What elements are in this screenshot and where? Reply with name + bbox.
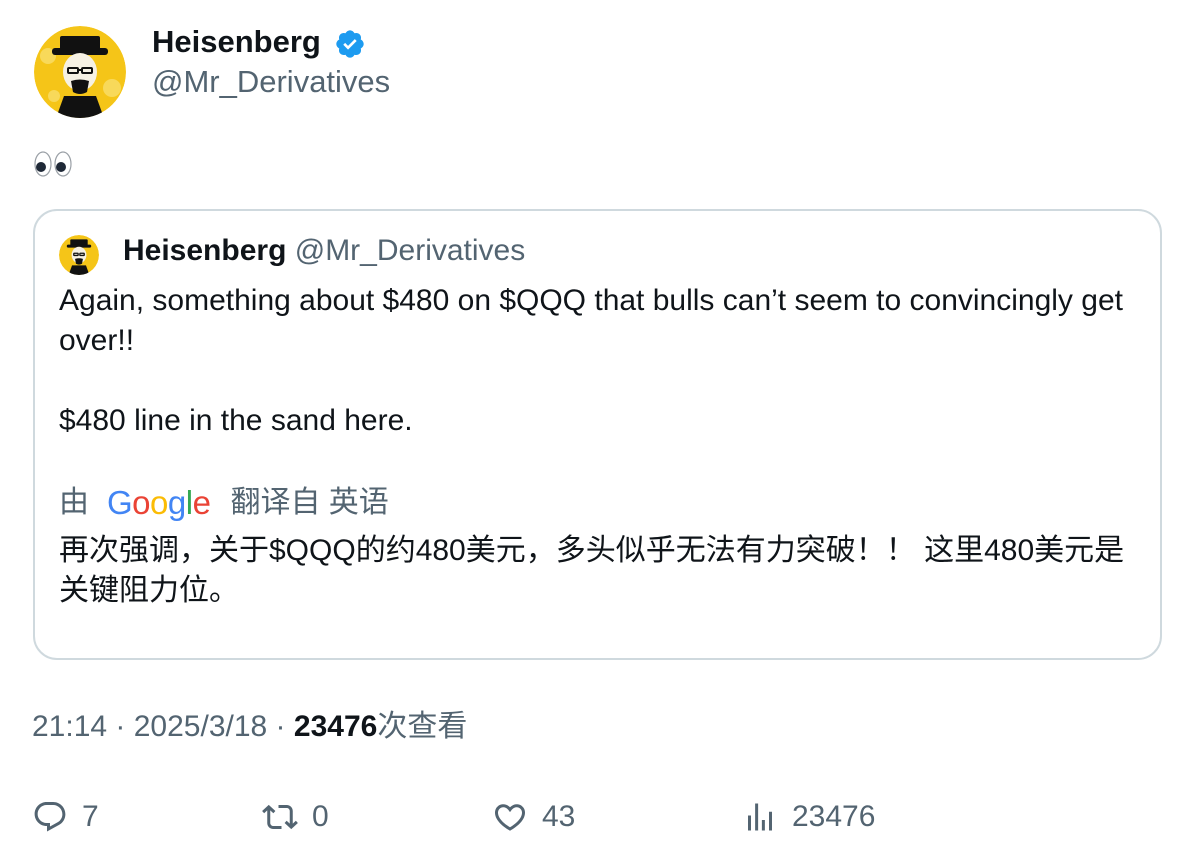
retweet-button[interactable]: 0 xyxy=(262,795,329,839)
quoted-tweet-text: Again, something about $480 on $QQQ that… xyxy=(59,281,1139,441)
tweet-meta: 21:14 · 2025/3/18 · 23476次查看 xyxy=(32,707,467,747)
views-button[interactable]: 23476 xyxy=(742,795,875,839)
quoted-author-avatar xyxy=(59,235,99,275)
author-avatar[interactable] xyxy=(34,26,126,118)
translation-suffix[interactable]: 翻译自 英语 xyxy=(230,483,388,523)
heisenberg-avatar-icon xyxy=(34,26,126,118)
reply-count: 7 xyxy=(82,800,99,833)
like-button[interactable]: 43 xyxy=(492,795,575,839)
tweet-time[interactable]: 21:14 xyxy=(32,710,107,743)
quoted-paragraph-2: $480 line in the sand here. xyxy=(59,404,413,437)
quoted-tweet-card[interactable]: Heisenberg @Mr_Derivatives Again, someth… xyxy=(33,209,1162,660)
view-count: 23476 xyxy=(293,710,378,743)
analytics-icon xyxy=(748,803,772,831)
meta-separator: · xyxy=(107,710,134,743)
translation-attribution: 由 Google 翻译自 英语 xyxy=(59,483,389,523)
tweet-actions: 7 0 43 23476 xyxy=(0,795,1196,839)
retweet-count: 0 xyxy=(312,800,329,833)
heart-icon xyxy=(494,804,526,831)
retweet-icon xyxy=(262,804,298,830)
views-count: 23476 xyxy=(792,800,876,833)
like-count: 43 xyxy=(542,800,576,833)
tweet-text: 👀 xyxy=(34,142,72,182)
quoted-author-line: Heisenberg @Mr_Derivatives xyxy=(123,231,525,271)
view-count-suffix: 次查看 xyxy=(377,710,468,743)
translation-prefix: 由 xyxy=(59,486,89,519)
author-name[interactable]: Heisenberg xyxy=(152,22,321,62)
meta-separator: · xyxy=(267,710,294,743)
reply-icon xyxy=(34,802,66,832)
quoted-author-handle: @Mr_Derivatives xyxy=(294,234,526,267)
google-logo-icon: Google xyxy=(107,484,211,521)
reply-button[interactable]: 7 xyxy=(32,795,99,839)
heisenberg-avatar-icon xyxy=(59,235,99,275)
verified-badge-icon xyxy=(336,30,364,58)
quoted-author-name: Heisenberg xyxy=(123,234,287,267)
tweet-date[interactable]: 2025/3/18 xyxy=(134,710,267,743)
quoted-paragraph-1: Again, something about $480 on $QQQ that… xyxy=(59,284,1123,357)
author-handle[interactable]: @Mr_Derivatives xyxy=(152,62,390,102)
eyes-emoji-icon xyxy=(34,151,72,177)
translated-text: 再次强调，关于$QQQ的约480美元，多头似乎无法有力突破！！ 这里480美元是… xyxy=(59,534,1125,607)
